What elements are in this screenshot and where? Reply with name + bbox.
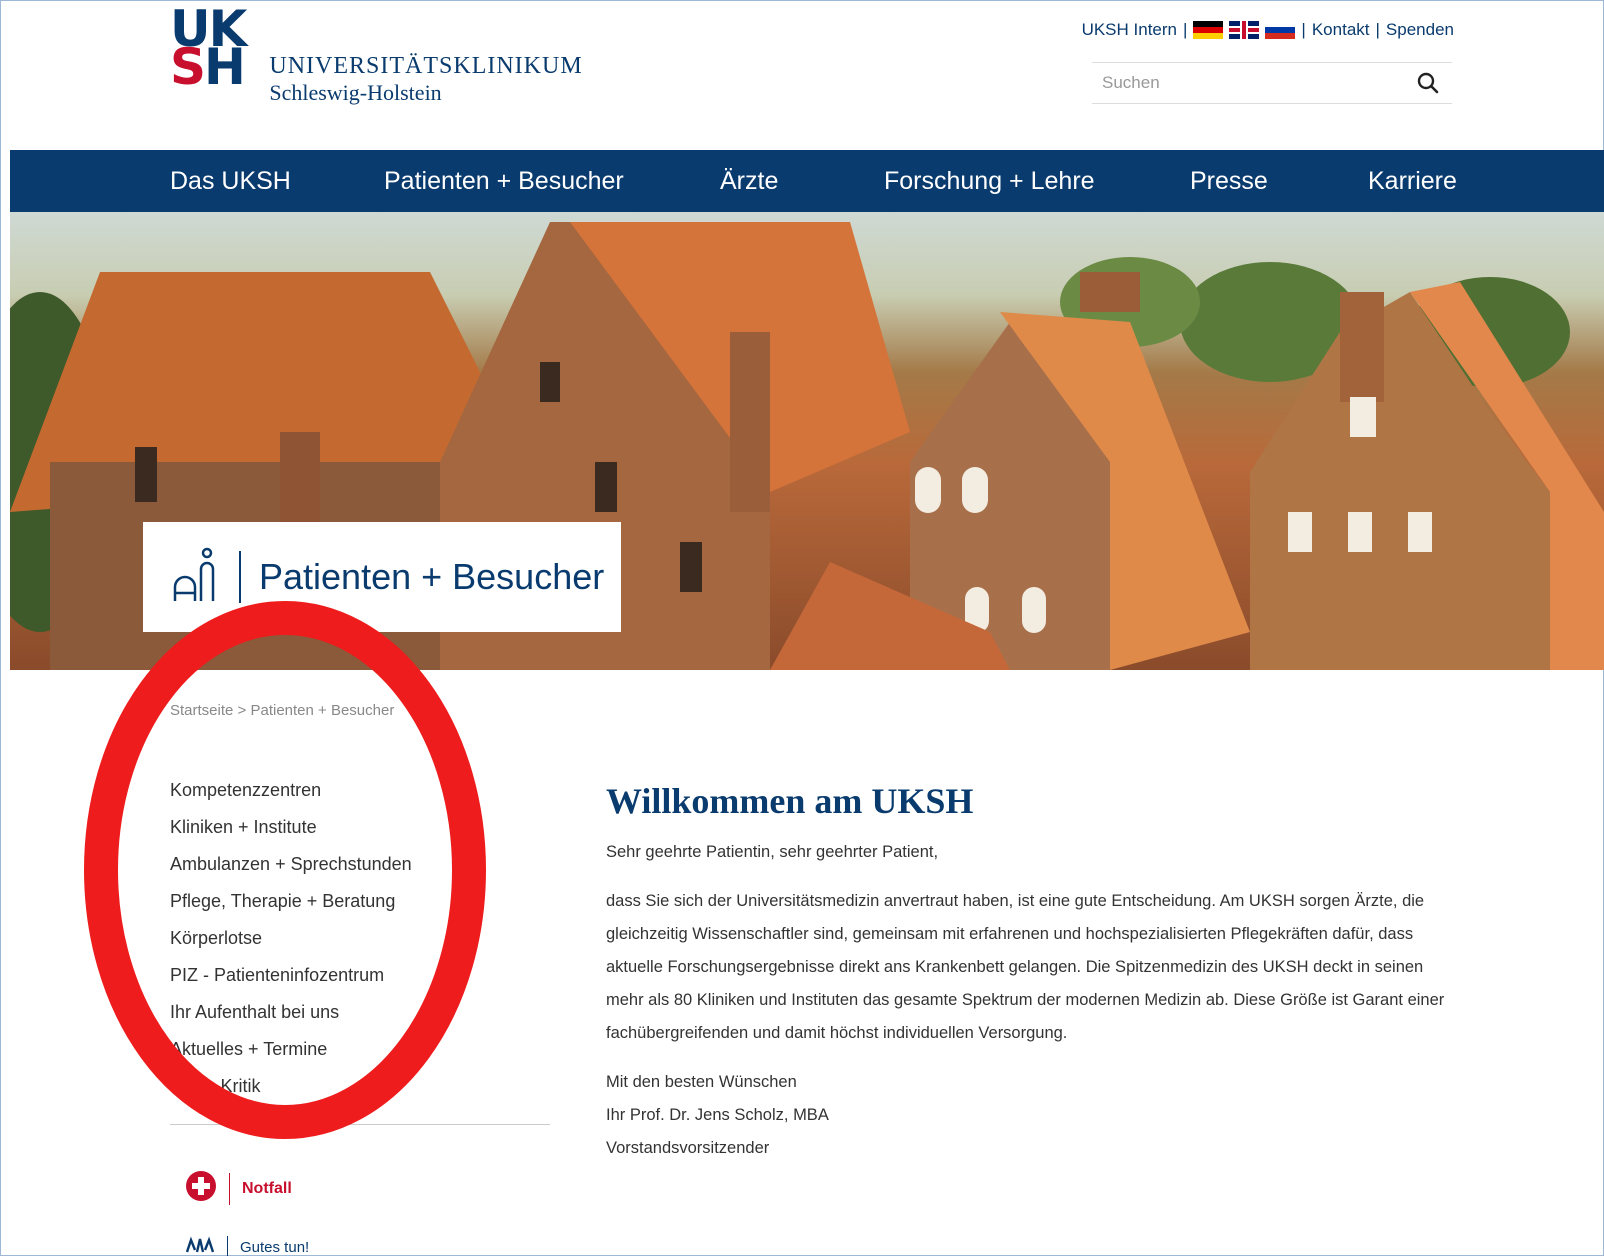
sidebar-item-kompetenzzentren[interactable]: Kompetenzzentren xyxy=(170,772,412,809)
separator: | xyxy=(1301,20,1306,39)
closing-text: Mit den besten Wünschen xyxy=(606,1073,797,1091)
hands-icon xyxy=(185,1236,215,1256)
notfall-divider xyxy=(229,1172,230,1205)
greeting-text: Sehr geehrte Patientin, sehr geehrter Pa… xyxy=(606,843,939,861)
main-content: Willkommen am UKSH Sehr geehrte Patienti… xyxy=(606,780,1456,1165)
signature: Mit den besten Wünschen Ihr Prof. Dr. Je… xyxy=(606,1066,1456,1165)
flag-de-icon[interactable] xyxy=(1193,21,1224,39)
breadcrumb-home[interactable]: Startseite xyxy=(170,702,233,719)
logo-mark-s: S xyxy=(170,38,206,96)
logo-line2: Schleswig-Holstein xyxy=(269,80,442,105)
nav-item-presse[interactable]: Presse xyxy=(1190,150,1268,212)
sidebar-item-koerperlotse[interactable]: Körperlotse xyxy=(170,920,412,957)
sidebar-item-ambulanzen[interactable]: Ambulanzen + Sprechstunden xyxy=(170,846,412,883)
nav-item-das-uksh[interactable]: Das UKSH xyxy=(170,150,291,212)
page-title: Willkommen am UKSH xyxy=(606,781,974,821)
hero-label-divider xyxy=(239,551,241,603)
sidebar-item-aufenthalt[interactable]: Ihr Aufenthalt bei uns xyxy=(170,994,412,1031)
breadcrumb-separator: > xyxy=(237,702,247,719)
notfall-label: Notfall xyxy=(242,1179,292,1197)
search-bar xyxy=(1092,62,1452,104)
separator: | xyxy=(1375,20,1380,39)
sidebar-item-pflege-therapie[interactable]: Pflege, Therapie + Beratung xyxy=(170,883,412,920)
search-input[interactable] xyxy=(1102,73,1414,93)
breadcrumb-current[interactable]: Patienten + Besucher xyxy=(250,702,394,719)
sidebar-divider xyxy=(170,1124,550,1125)
emergency-cross-icon xyxy=(185,1170,217,1207)
gutes-tun-divider xyxy=(227,1236,228,1256)
main-nav: Das UKSH Patienten + Besucher Ärzte Fors… xyxy=(10,150,1604,212)
breadcrumb: Startseite > Patienten + Besucher xyxy=(170,702,394,719)
hero-section-title: Patienten + Besucher xyxy=(259,556,605,597)
nav-item-aerzte[interactable]: Ärzte xyxy=(720,150,778,212)
nav-item-forschung-lehre[interactable]: Forschung + Lehre xyxy=(884,150,1095,212)
logo-text: UNIVERSITÄTSKLINIKUM Schleswig-Holstein xyxy=(269,52,582,106)
signer-role: Vorstandsvorsitzender xyxy=(606,1139,770,1157)
spenden-link[interactable]: Spenden xyxy=(1386,20,1454,40)
sidebar-item-aktuelles[interactable]: Aktuelles + Termine xyxy=(170,1031,412,1068)
nav-item-karriere[interactable]: Karriere xyxy=(1368,150,1457,212)
logo-mark-h: H xyxy=(204,38,246,96)
top-links: UKSH Intern | | Kontakt | Spenden xyxy=(1082,20,1454,40)
sidebar-item-piz[interactable]: PIZ - Patienteninfozentrum xyxy=(170,957,412,994)
separator: | xyxy=(1183,20,1188,39)
logo-line1: UNIVERSITÄTSKLINIKUM xyxy=(269,53,583,79)
notfall-link[interactable]: Notfall xyxy=(185,1170,292,1207)
kontakt-link[interactable]: Kontakt xyxy=(1312,20,1370,40)
patient-visitor-icon xyxy=(171,545,225,610)
logo-mark-bottom: SH xyxy=(170,42,246,92)
gutes-tun-label: Gutes tun! xyxy=(240,1238,310,1256)
sidebar-item-kliniken-institute[interactable]: Kliniken + Institute xyxy=(170,809,412,846)
flag-uk-icon[interactable] xyxy=(1229,21,1260,39)
nav-item-patienten-besucher[interactable]: Patienten + Besucher xyxy=(384,150,624,212)
flag-ru-icon[interactable] xyxy=(1265,21,1296,39)
hero-section-label: Patienten + Besucher xyxy=(143,522,621,632)
search-icon[interactable] xyxy=(1414,69,1442,97)
body-text: dass Sie sich der Universitätsmedizin an… xyxy=(606,892,1445,1042)
logo-mark: UK SH xyxy=(170,4,247,92)
sidebar-menu: Kompetenzzentren Kliniken + Institute Am… xyxy=(170,772,412,1105)
uksh-intern-link[interactable]: UKSH Intern xyxy=(1082,20,1177,40)
sidebar-item-lob-kritik[interactable]: Lob + Kritik xyxy=(170,1068,412,1105)
uksh-logo[interactable]: UK SH UNIVERSITÄTSKLINIKUM Schleswig-Hol… xyxy=(170,4,583,106)
signer-name: Ihr Prof. Dr. Jens Scholz, MBA xyxy=(606,1106,829,1124)
gutes-tun-link[interactable]: Gutes tun! xyxy=(185,1236,309,1256)
